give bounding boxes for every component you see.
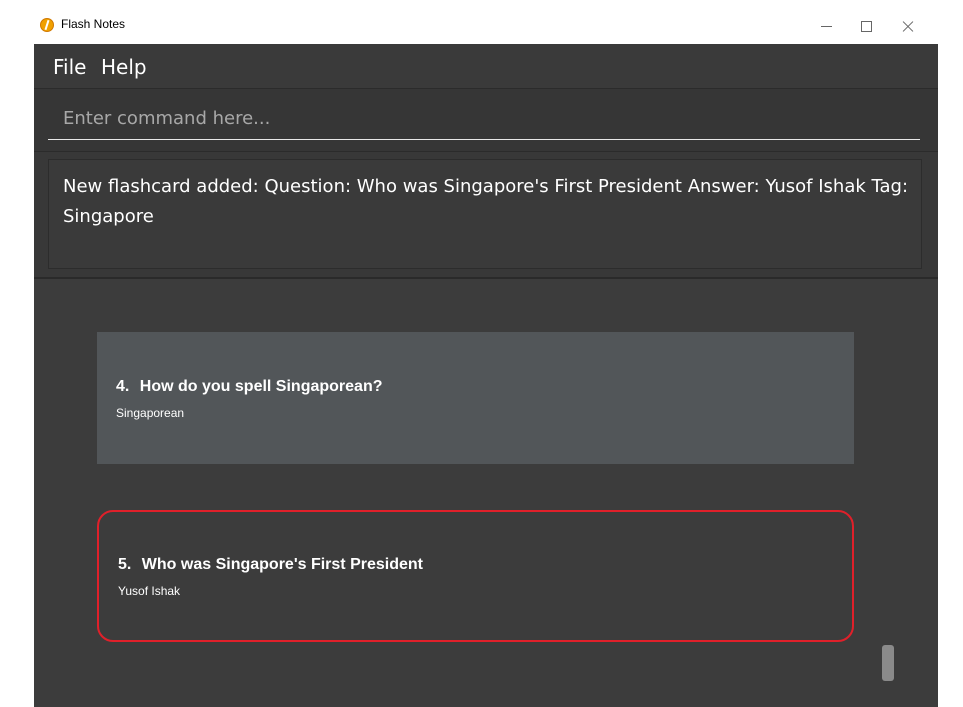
title-bar: Flash Notes [34,12,938,44]
flashcard-question: 5. Who was Singapore's First President [118,556,423,574]
result-display: New flashcard added: Question: Who was S… [48,159,922,269]
close-button[interactable] [890,14,926,38]
flash-notes-window: Flash Notes File Help New flashcard adde… [0,0,963,707]
flashcard-list[interactable]: 4. How do you spell Singaporean? Singapo… [34,279,938,707]
maximize-icon [861,21,872,32]
minimize-icon [821,26,832,27]
result-panel: New flashcard added: Question: Who was S… [34,152,938,279]
flashcard-index: 5. [118,556,132,573]
flashcard-item[interactable]: 5. Who was Singapore's First President Y… [97,510,854,642]
app-content: File Help New flashcard added: Question:… [34,44,938,707]
flashcard-answer: Yusof Ishak [118,584,181,598]
flashcard-question-text: How do you spell Singaporean? [139,378,383,395]
app-logo-icon [40,18,54,32]
menu-help[interactable]: Help [101,55,147,79]
menu-file[interactable]: File [53,55,86,79]
flashcard-question: 4. How do you spell Singaporean? [116,378,382,396]
command-input[interactable] [48,98,920,140]
flashcard-item[interactable]: 4. How do you spell Singaporean? Singapo… [97,332,854,464]
flashcard-index: 4. [116,378,130,395]
scrollbar-thumb[interactable] [882,645,894,681]
window-title: Flash Notes [61,17,126,31]
flashcard-question-text: Who was Singapore's First President [141,556,423,573]
minimize-button[interactable] [808,14,844,38]
command-box [34,89,938,152]
menu-bar: File Help [34,44,938,89]
flashcard-answer: Singaporean [116,406,185,420]
maximize-button[interactable] [848,14,884,38]
result-message: New flashcard added: Question: Who was S… [63,176,909,227]
